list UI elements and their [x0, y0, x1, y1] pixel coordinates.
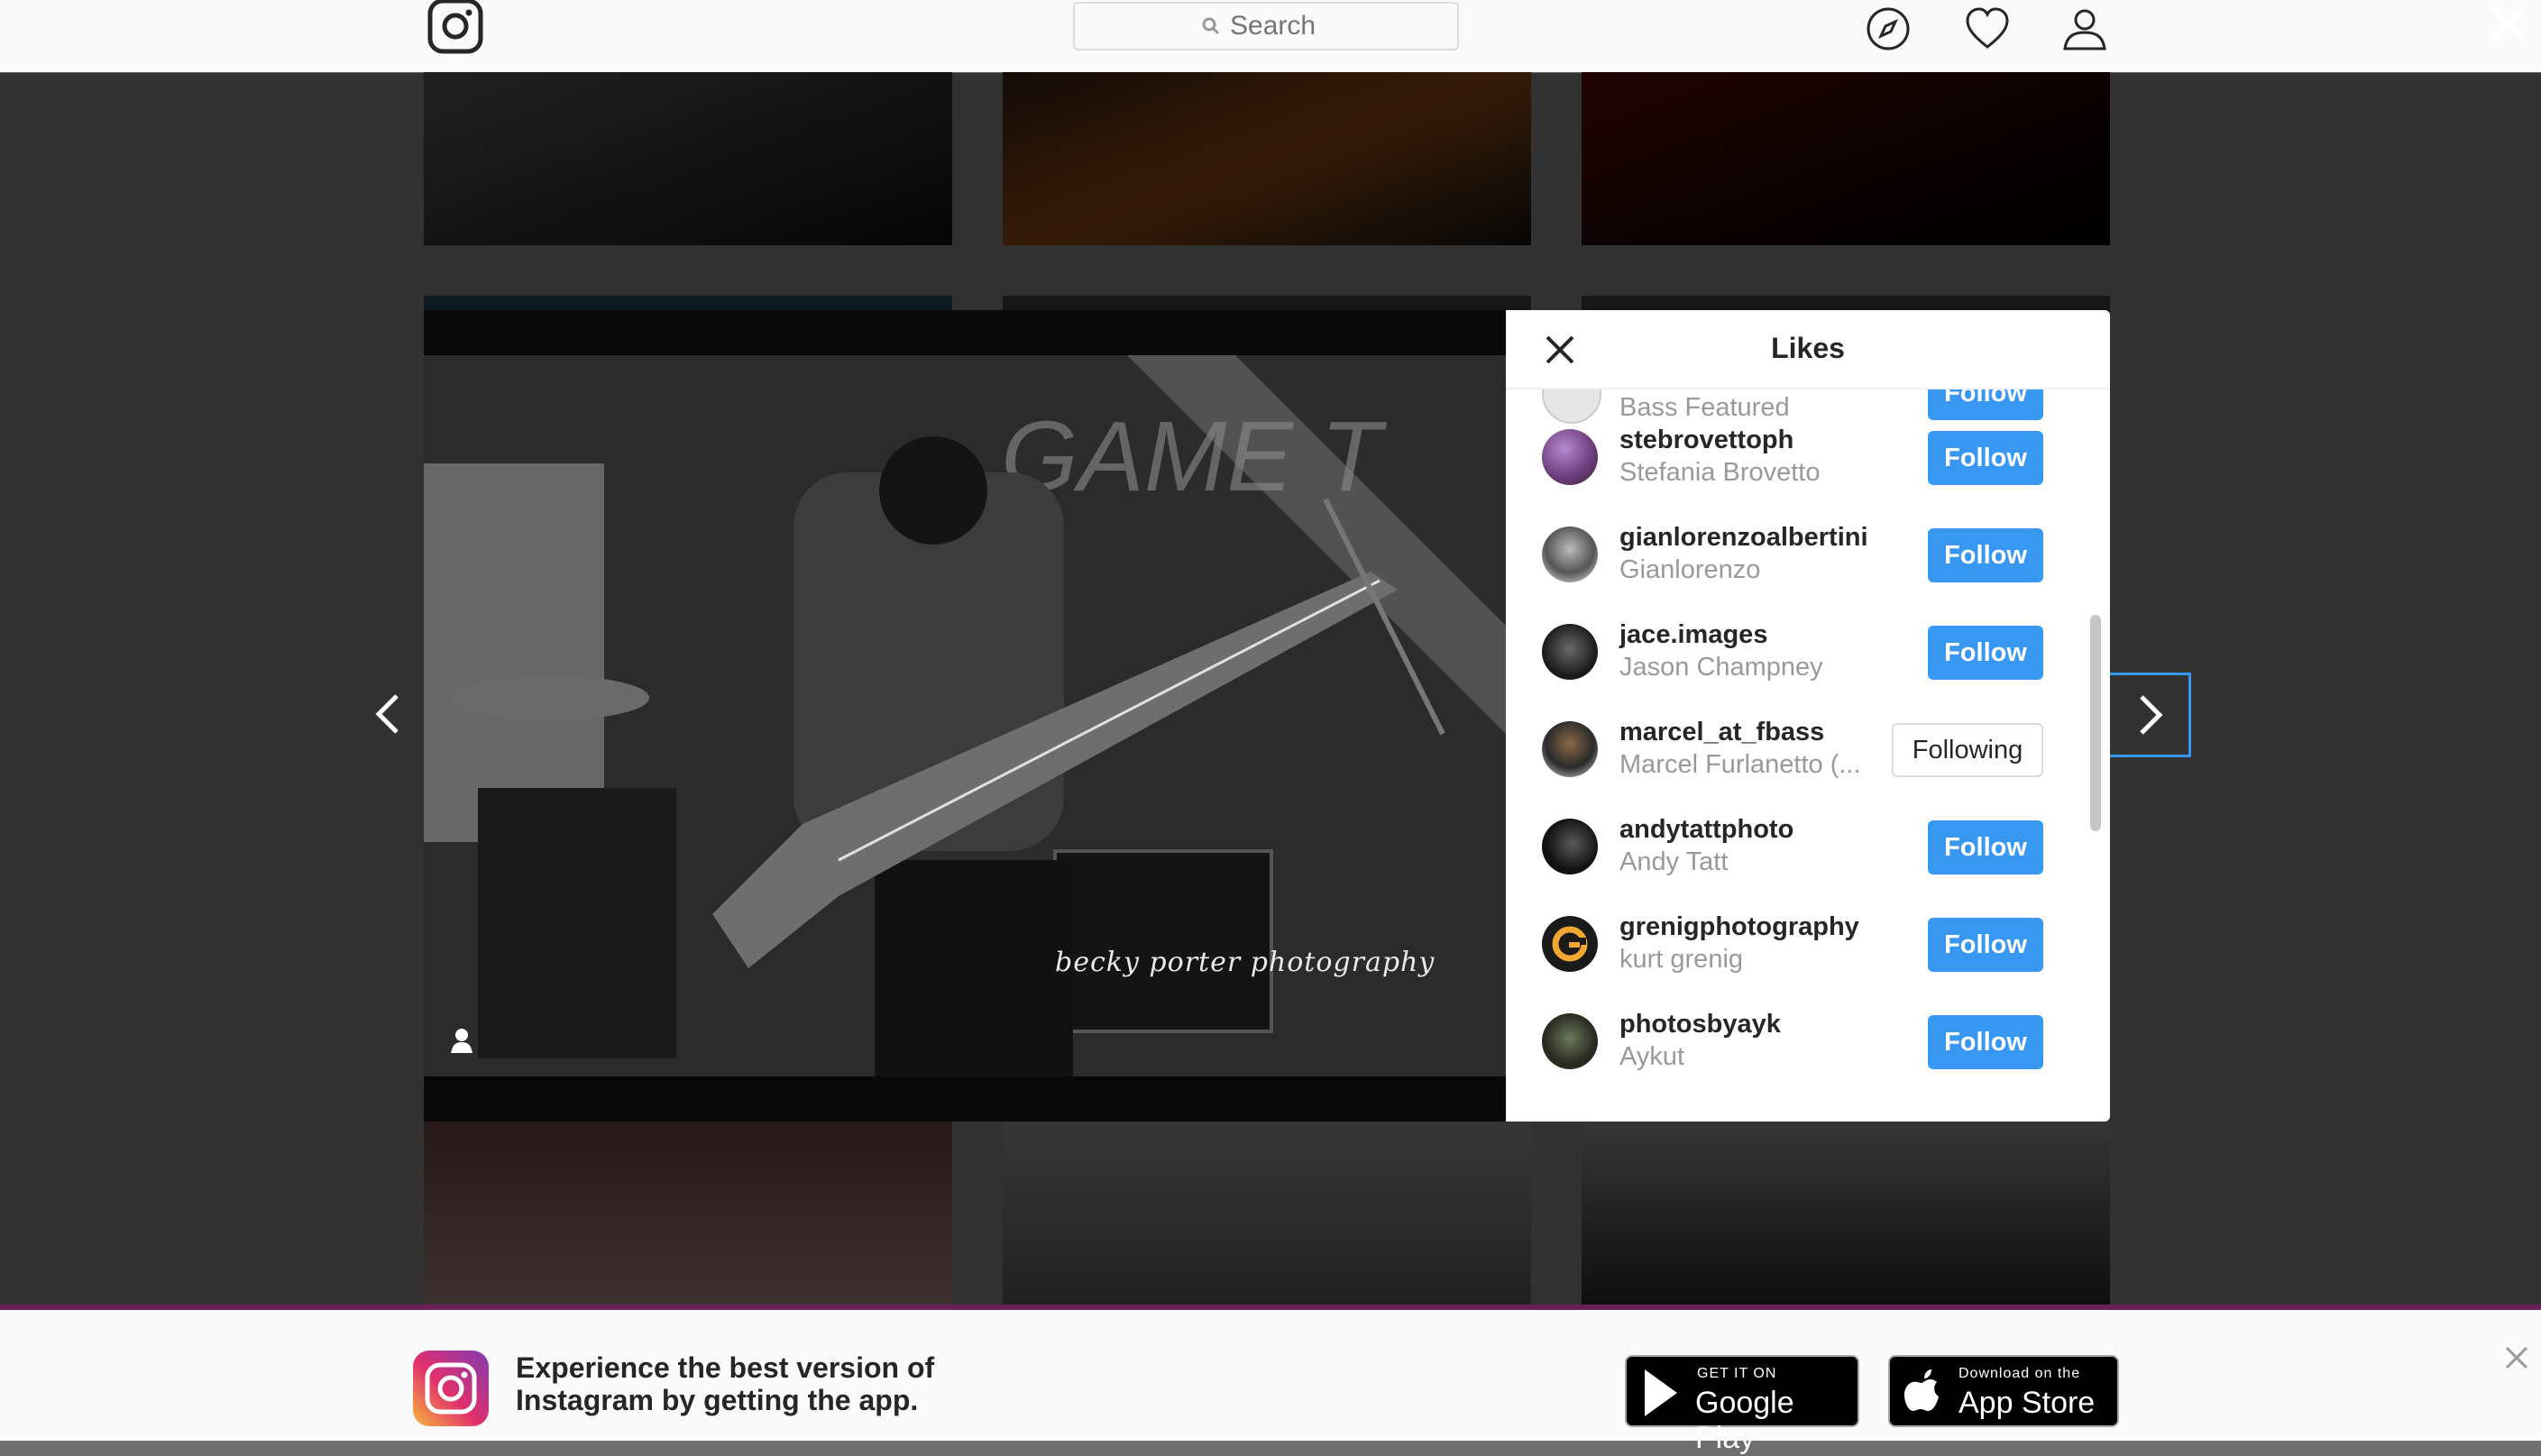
- follow-button[interactable]: Follow: [1928, 820, 2043, 875]
- app-download-banner: Experience the best version of Instagram…: [0, 1305, 2541, 1455]
- username[interactable]: gianlorenzoalbertini: [1619, 523, 1868, 553]
- list-item[interactable]: marcel_at_fbass Marcel Furlanetto (... F…: [1506, 701, 2092, 799]
- list-item[interactable]: gianlorenzoalbertini Gianlorenzo Follow: [1506, 507, 2092, 604]
- profile-icon[interactable]: [2059, 4, 2110, 54]
- grenig-logo-icon: [1552, 926, 1588, 962]
- full-name: Stefania Brovetto: [1619, 458, 1821, 487]
- previous-arrow-icon[interactable]: [364, 689, 415, 739]
- top-nav-bar: [0, 0, 2541, 73]
- apple-icon: [1904, 1369, 1939, 1411]
- list-item[interactable]: jace.images Jason Champney Follow: [1506, 604, 2092, 701]
- avatar[interactable]: [1542, 916, 1598, 972]
- google-play-small-text: GET IT ON: [1697, 1366, 1777, 1381]
- username[interactable]: jace.images: [1619, 620, 1767, 650]
- next-arrow-button[interactable]: [2106, 673, 2191, 757]
- follow-button[interactable]: Follow: [1928, 626, 2043, 680]
- username[interactable]: andytattphoto: [1619, 815, 1793, 845]
- username[interactable]: stebrovettoph: [1619, 426, 1793, 455]
- google-play-icon: [1645, 1369, 1677, 1416]
- full-name: Gianlorenzo: [1619, 555, 1761, 584]
- avatar[interactable]: [1542, 624, 1598, 680]
- google-play-big-text: Google Play: [1695, 1386, 1794, 1455]
- likes-list[interactable]: Bass Featured Follow stebrovettoph Stefa…: [1506, 388, 2110, 1122]
- app-store-big-text: App Store: [1958, 1386, 2096, 1420]
- app-banner-text: Experience the best version of Instagram…: [516, 1351, 935, 1416]
- username[interactable]: marcel_at_fbass: [1619, 718, 1824, 747]
- follow-button[interactable]: Follow: [1928, 1015, 2043, 1069]
- username[interactable]: photosbyayk: [1619, 1010, 1781, 1039]
- likes-dialog: Likes Bass Featured Follow stebrovettoph…: [1506, 310, 2110, 1122]
- heart-icon[interactable]: [1962, 4, 2013, 54]
- svg-text:GAME T: GAME T: [1001, 401, 1387, 512]
- full-name: kurt grenig: [1619, 945, 1744, 974]
- avatar[interactable]: [1542, 721, 1598, 777]
- compass-icon[interactable]: [1863, 4, 1913, 54]
- list-item[interactable]: andytattphoto Andy Tatt Follow: [1506, 799, 2092, 896]
- likes-title: Likes: [1771, 332, 1845, 364]
- following-button[interactable]: Following: [1892, 723, 2043, 777]
- instagram-logo-icon[interactable]: [427, 0, 483, 54]
- close-modal-icon[interactable]: [2485, 0, 2532, 47]
- photo-watermark: becky porter photography: [1055, 947, 1436, 978]
- google-play-badge[interactable]: GET IT ON Google Play: [1625, 1355, 1859, 1455]
- list-item[interactable]: stebrovettoph Stefania Brovetto Follow: [1506, 409, 2092, 507]
- follow-button[interactable]: Follow: [1928, 918, 2043, 972]
- avatar[interactable]: [1542, 819, 1598, 875]
- avatar[interactable]: [1542, 527, 1598, 582]
- search-icon: [1202, 17, 1220, 35]
- full-name: Aykut: [1619, 1042, 1685, 1071]
- instagram-glyph-icon: [425, 1362, 477, 1415]
- likes-dialog-header: Likes: [1506, 310, 2110, 389]
- next-arrow-icon: [2140, 695, 2163, 735]
- avatar[interactable]: [1542, 429, 1598, 485]
- app-store-badge[interactable]: Download on the App Store: [1888, 1355, 2119, 1427]
- list-item[interactable]: grenigphotography kurt grenig Follow: [1506, 896, 2092, 994]
- user-tag-icon[interactable]: [445, 1024, 478, 1057]
- list-item[interactable]: photosbyayk Aykut Follow: [1506, 994, 2092, 1091]
- username[interactable]: grenigphotography: [1619, 912, 1859, 942]
- follow-button[interactable]: Follow: [1928, 431, 2043, 485]
- instagram-app-icon[interactable]: [413, 1351, 489, 1426]
- app-store-small-text: Download on the: [1958, 1366, 2081, 1381]
- full-name: Marcel Furlanetto (...: [1619, 750, 1861, 779]
- avatar[interactable]: [1542, 1013, 1598, 1069]
- full-name: Andy Tatt: [1619, 847, 1729, 876]
- search-box[interactable]: [1073, 2, 1459, 50]
- close-banner-icon[interactable]: [2505, 1346, 2528, 1369]
- search-input[interactable]: [1228, 10, 1331, 42]
- likes-scrollbar[interactable]: [2090, 615, 2101, 831]
- follow-button[interactable]: Follow: [1928, 528, 2043, 582]
- full-name: Jason Champney: [1619, 653, 1823, 682]
